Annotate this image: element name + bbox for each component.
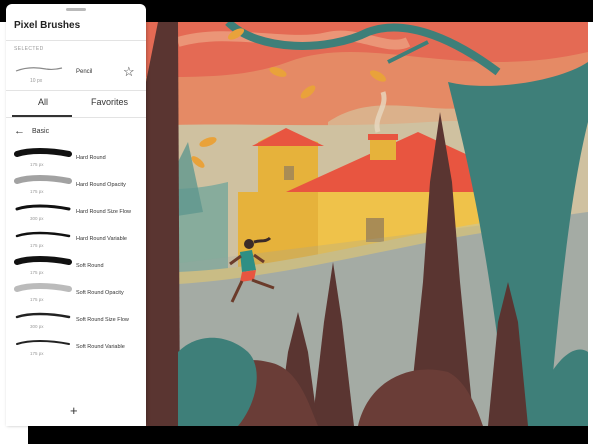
brush-name: Hard Round Opacity bbox=[76, 182, 126, 188]
favorite-star-icon[interactable]: ☆ bbox=[123, 64, 135, 80]
brush-size: 300 px bbox=[30, 324, 44, 329]
divider bbox=[6, 40, 146, 41]
brush-size: 175 px bbox=[30, 162, 44, 167]
brush-size: 175 px bbox=[30, 189, 44, 194]
soft-round-variable-stroke-icon bbox=[16, 340, 70, 345]
tab-all[interactable]: All bbox=[38, 97, 48, 107]
brush-name: Soft Round Variable bbox=[76, 344, 125, 350]
selected-section-label: SELECTED bbox=[14, 46, 44, 52]
divider bbox=[6, 117, 146, 118]
brush-name: Soft Round Opacity bbox=[76, 290, 124, 296]
brush-size: 175 px bbox=[30, 243, 44, 248]
panel-title: Pixel Brushes bbox=[14, 20, 81, 31]
pencil-stroke-icon bbox=[15, 67, 63, 72]
tab-favorites[interactable]: Favorites bbox=[91, 97, 128, 107]
brush-size: 300 px bbox=[30, 216, 44, 221]
brush-size: 175 px bbox=[30, 270, 44, 275]
brush-item-soft-round[interactable]: 175 px Soft Round bbox=[6, 253, 146, 280]
selected-brush-size: 10 px bbox=[30, 78, 43, 84]
divider bbox=[6, 90, 146, 91]
brush-name: Soft Round Size Flow bbox=[76, 317, 129, 323]
bottom-black-bar bbox=[28, 426, 588, 444]
brush-item-hard-round[interactable]: 175 px Hard Round bbox=[6, 145, 146, 172]
brush-size: 175 px bbox=[30, 297, 44, 302]
brush-item-soft-round-variable[interactable]: 175 px Soft Round Variable bbox=[6, 334, 146, 361]
panel-drag-handle[interactable] bbox=[66, 8, 86, 11]
selected-brush-name: Pencil bbox=[76, 69, 93, 75]
soft-round-opacity-stroke-icon bbox=[14, 283, 72, 292]
category-title: Basic bbox=[32, 128, 50, 135]
brush-item-hard-round-size-flow[interactable]: 300 px Hard Round Size Flow bbox=[6, 199, 146, 226]
brush-name: Hard Round bbox=[76, 155, 106, 161]
brush-size: 175 px bbox=[30, 351, 44, 356]
pixel-brushes-panel: Pixel Brushes SELECTED 10 px Pencil ☆ Al… bbox=[6, 4, 146, 426]
hard-round-stroke-icon bbox=[14, 148, 72, 157]
hard-round-variable-stroke-icon bbox=[15, 231, 71, 238]
brush-item-soft-round-size-flow[interactable]: 300 px Soft Round Size Flow bbox=[6, 307, 146, 334]
brush-name: Hard Round Size Flow bbox=[76, 209, 132, 215]
selected-brush-preview[interactable] bbox=[14, 61, 64, 77]
brush-name: Soft Round bbox=[76, 263, 104, 269]
back-arrow-icon[interactable]: ← bbox=[14, 125, 25, 137]
brush-item-hard-round-opacity[interactable]: 175 px Hard Round Opacity bbox=[6, 172, 146, 199]
brush-name: Hard Round Variable bbox=[76, 236, 127, 242]
brush-item-soft-round-opacity[interactable]: 175 px Soft Round Opacity bbox=[6, 280, 146, 307]
soft-round-stroke-icon bbox=[14, 256, 72, 265]
hard-round-opacity-stroke-icon bbox=[14, 175, 72, 184]
hard-round-size-flow-stroke-icon bbox=[15, 204, 71, 211]
soft-round-size-flow-stroke-icon bbox=[15, 312, 71, 319]
add-brush-button[interactable]: + bbox=[70, 403, 78, 418]
brush-item-hard-round-variable[interactable]: 175 px Hard Round Variable bbox=[6, 226, 146, 253]
